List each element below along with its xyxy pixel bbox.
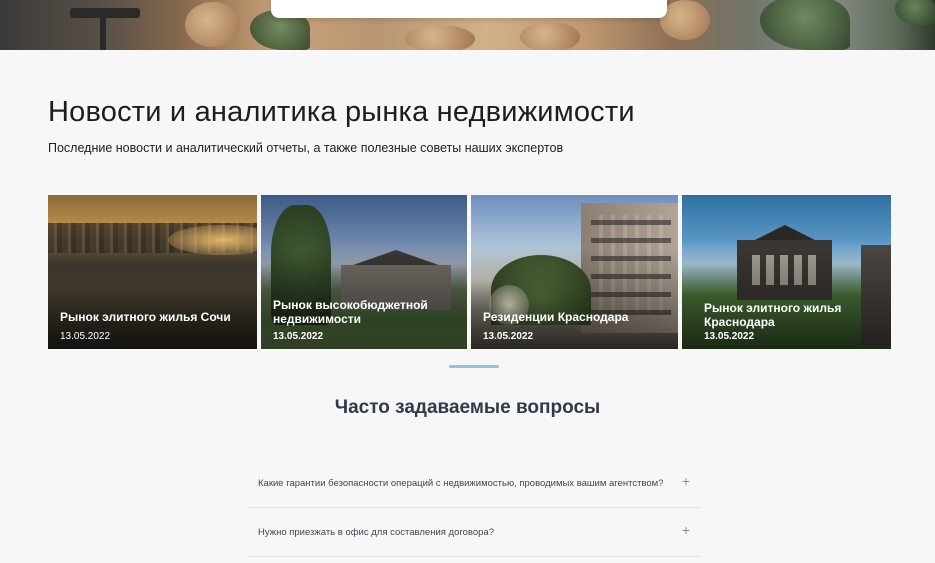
faq-item[interactable]: Нужно приезжать в офис для составления д… — [248, 508, 700, 557]
news-card-title: Рынок высокобюджетной недвижимости — [273, 298, 428, 326]
faq-question: Нужно приезжать в офис для составления д… — [258, 527, 494, 538]
hero-decor-pillow — [660, 0, 710, 40]
hero-decor-plant — [895, 0, 935, 25]
hero-decor-pillow — [520, 22, 580, 50]
news-card[interactable]: Рынок элитного жилья Краснодара 13.05.20… — [682, 195, 891, 349]
news-card-title: Резиденции Краснодара — [483, 310, 629, 324]
faq-list: Какие гарантии безопасности операций с н… — [248, 459, 700, 557]
faq-section-title: Часто задаваемые вопросы — [334, 397, 601, 418]
section-divider — [449, 365, 499, 368]
hero-decor-stool-leg — [100, 18, 106, 50]
news-card-date: 13.05.2022 — [273, 331, 324, 342]
news-card[interactable]: Рынок высокобюджетной недвижимости 13.05… — [261, 195, 467, 349]
news-card-date: 13.05.2022 — [60, 331, 111, 342]
news-section-subtitle: Последние новости и аналитический отчеты… — [48, 141, 564, 155]
news-cards-row: Рынок элитного жилья Сочи 13.05.2022 Рын… — [48, 195, 891, 349]
news-card[interactable]: Резиденции Краснодара 13.05.2022 — [471, 195, 678, 349]
news-section-title: Новости и аналитика рынка недвижимости — [48, 96, 635, 128]
news-card[interactable]: Рынок элитного жилья Сочи 13.05.2022 — [48, 195, 257, 349]
news-card-title: Рынок элитного жилья Сочи — [60, 310, 231, 324]
hero-decor-pillow — [405, 25, 475, 50]
expand-plus-icon[interactable]: + — [682, 523, 690, 537]
news-card-title: Рынок элитного жилья Краснодара — [704, 301, 842, 329]
news-card-date: 13.05.2022 — [704, 331, 755, 342]
hero-decor-stool — [70, 8, 140, 18]
faq-item[interactable]: Какие гарантии безопасности операций с н… — [248, 459, 700, 508]
search-panel[interactable] — [271, 0, 667, 18]
faq-question: Какие гарантии безопасности операций с н… — [258, 478, 664, 489]
expand-plus-icon[interactable]: + — [682, 474, 690, 488]
hero-decor-plant — [760, 0, 850, 50]
news-card-date: 13.05.2022 — [483, 331, 534, 342]
hero-decor-pillow — [185, 2, 240, 47]
hero-banner — [0, 0, 935, 50]
